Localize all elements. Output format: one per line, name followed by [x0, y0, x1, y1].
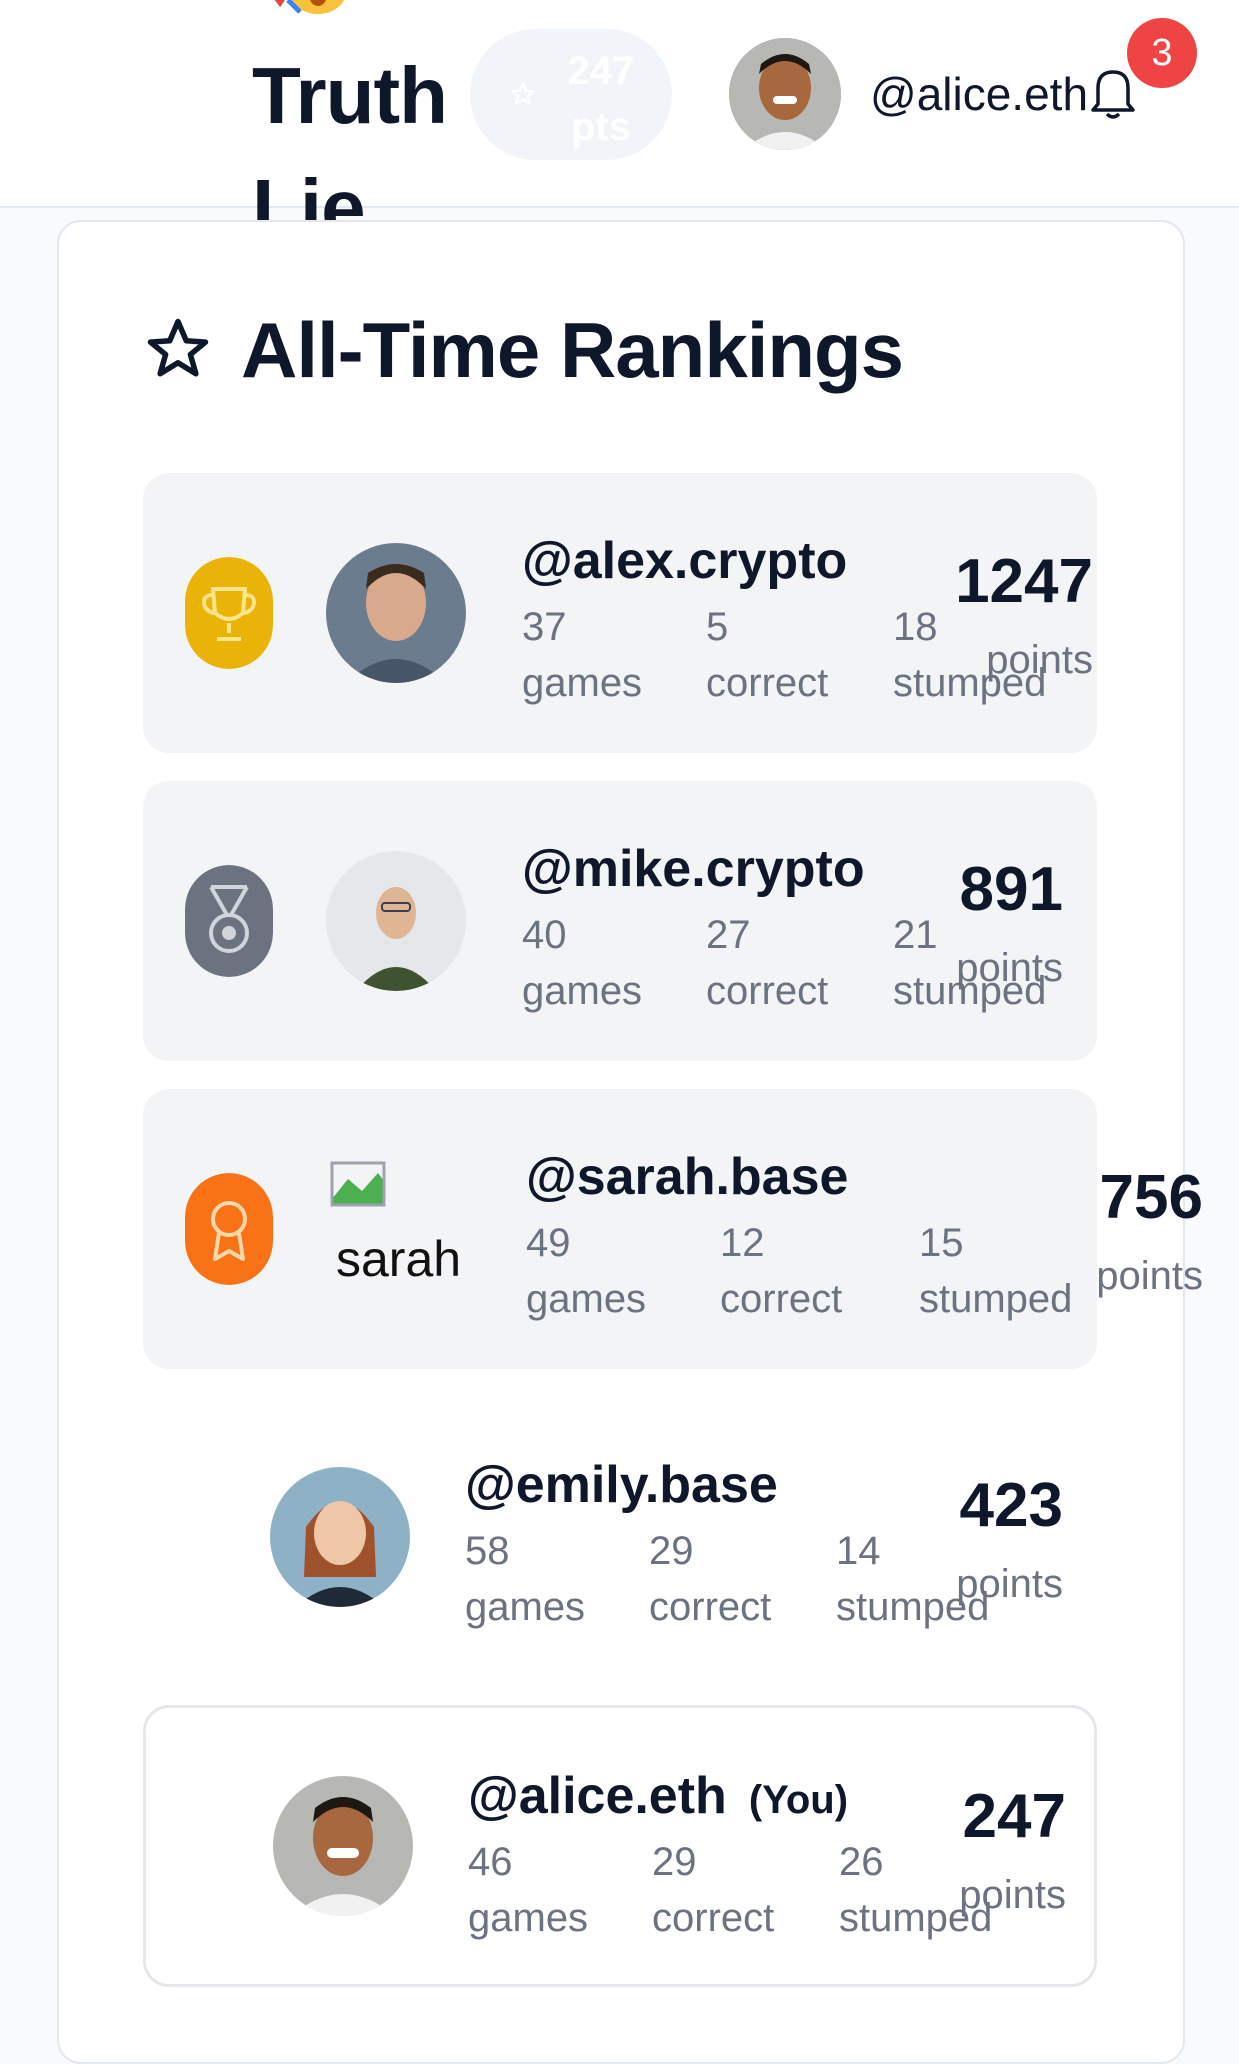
username[interactable]: @mike.crypto: [522, 837, 865, 901]
you-tag: (You): [748, 1778, 849, 1822]
leaderboard-row[interactable]: @alex.crypto 37 games 5 correct 18 stumped …: [143, 473, 1097, 753]
bronze-award-icon: [185, 1173, 273, 1285]
gold-trophy-icon: [185, 557, 273, 669]
star-icon: [511, 82, 535, 105]
games-stat: 58 games: [465, 1529, 586, 1629]
score-value: 891: [959, 855, 1063, 924]
leaderboard-row[interactable]: sarah @sarah.base 49 games 12 correct 15st…: [143, 1089, 1203, 1369]
games-stat: 46 games: [468, 1840, 589, 1940]
star-outline-icon: [147, 318, 209, 377]
games-stat: 37 games: [522, 605, 643, 705]
avatar-image: [326, 851, 466, 991]
score-value: 423: [959, 1471, 1063, 1540]
score-label: points: [986, 638, 1093, 682]
username[interactable]: @sarah.base: [526, 1145, 848, 1209]
bell-icon[interactable]: [1090, 64, 1136, 120]
correct-stat: 29 correct: [649, 1529, 772, 1629]
score-label: points: [956, 1562, 1063, 1606]
leaderboard-row[interactable]: @mike.crypto 40 games 27 correct 21 stumped…: [143, 781, 1097, 1061]
avatar-alt-text: sarah: [336, 1231, 462, 1287]
avatar-image: [729, 38, 841, 150]
correct-stat: 12 correct: [720, 1221, 843, 1321]
avatar-image: [273, 1776, 413, 1916]
stumped-stat: 15 stumped: [919, 1221, 1073, 1321]
games-stat: 49 games: [526, 1221, 647, 1321]
avatar-image: [326, 543, 466, 683]
avatar: [270, 1467, 410, 1607]
correct-stat: 27 correct: [706, 913, 829, 1013]
logo-emoji-icon: [274, 0, 345, 14]
score-label: points: [1096, 1254, 1203, 1298]
points-pill: 247 pts: [470, 29, 672, 160]
score-label: points: [956, 946, 1063, 990]
correct-stat: 5 correct: [706, 605, 829, 705]
score-label: points: [959, 1873, 1066, 1917]
current-user-row[interactable]: @alice.eth (You) 46 games 29 correct 26 stum…: [143, 1705, 1097, 1987]
points-value: 247 pts: [567, 49, 635, 149]
username[interactable]: @alex.crypto: [522, 529, 847, 593]
username[interactable]: @alice.eth (You): [468, 1764, 848, 1832]
leaderboard-title: All-Time Rankings: [241, 306, 904, 394]
notification-badge[interactable]: 3: [1127, 18, 1197, 88]
app-header: Truth Lie 247 pts @alice.eth 3: [0, 0, 1239, 252]
avatar: [273, 1776, 413, 1916]
leaderboard-row[interactable]: @emily.base 58 games 29 correct 14 stumped …: [143, 1397, 1097, 1677]
header-username[interactable]: @alice.eth: [870, 64, 1088, 124]
avatar-broken-image: sarah: [326, 1159, 466, 1299]
broken-image-icon: [330, 1161, 386, 1207]
score-value: 756: [1099, 1163, 1203, 1232]
score-value: 247: [962, 1782, 1066, 1851]
games-stat: 40 games: [522, 913, 643, 1013]
avatar: [326, 851, 466, 991]
username[interactable]: @emily.base: [465, 1453, 778, 1517]
correct-stat: 29 correct: [652, 1840, 775, 1940]
score-value: 1247: [955, 547, 1093, 616]
user-avatar[interactable]: [729, 38, 841, 150]
avatar-image: [270, 1467, 410, 1607]
avatar: [326, 543, 466, 683]
silver-medal-icon: [185, 865, 273, 977]
